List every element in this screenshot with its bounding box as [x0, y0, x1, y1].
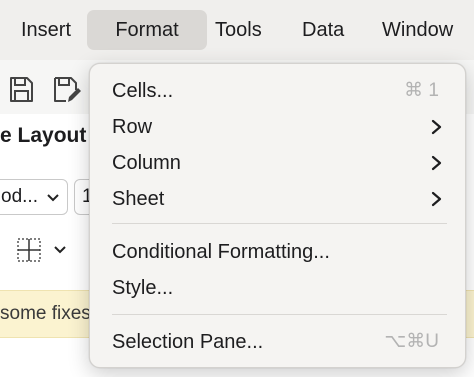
menu-item-selection-pane[interactable]: Selection Pane... ⌥⌘U: [90, 325, 465, 359]
menu-item-label: Conditional Formatting...: [112, 241, 330, 263]
menu-item-row[interactable]: Row: [90, 110, 465, 144]
menu-item-label: Selection Pane...: [112, 331, 264, 353]
menu-item-shortcut: ⌘ 1: [404, 80, 439, 101]
menu-item-label: Column: [112, 152, 181, 174]
menu-item-style[interactable]: Style...: [90, 271, 465, 305]
menu-item-cells[interactable]: Cells... ⌘ 1: [90, 74, 465, 108]
save-as-icon[interactable]: [52, 76, 82, 104]
chevron-right-icon: [431, 119, 442, 135]
font-select-value: od...: [1, 186, 38, 207]
chevron-right-icon: [431, 155, 442, 171]
menu-item-label: Style...: [112, 277, 174, 299]
borders-icon[interactable]: [16, 237, 42, 263]
menu-item-label: Sheet: [112, 188, 165, 210]
menu-format[interactable]: Format: [87, 10, 207, 50]
chevron-down-icon: [47, 194, 59, 202]
menu-data[interactable]: Data: [302, 10, 344, 50]
menu-tools[interactable]: Tools: [215, 10, 262, 50]
menu-separator: [112, 223, 447, 224]
menu-item-conditional-formatting[interactable]: Conditional Formatting...: [90, 235, 465, 269]
menu-item-shortcut: ⌥⌘U: [384, 331, 439, 352]
menu-window[interactable]: Window: [382, 10, 453, 50]
menu-item-sheet[interactable]: Sheet: [90, 182, 465, 216]
menu-bar: Insert Format Tools Data Window: [0, 0, 474, 60]
menu-insert[interactable]: Insert: [21, 10, 71, 50]
notice-text: some fixes: [0, 303, 91, 324]
page-layout-heading: e Layout: [0, 124, 87, 147]
save-icon[interactable]: [8, 76, 34, 104]
format-menu: Cells... ⌘ 1 Row Column Sheet Conditiona…: [89, 63, 466, 368]
chevron-down-icon[interactable]: [54, 246, 66, 254]
font-select[interactable]: od...: [0, 179, 68, 215]
chevron-right-icon: [431, 191, 442, 207]
menu-separator: [112, 314, 447, 315]
menu-item-label: Cells...: [112, 80, 174, 102]
menu-item-label: Row: [112, 116, 153, 138]
menu-item-column[interactable]: Column: [90, 146, 465, 180]
